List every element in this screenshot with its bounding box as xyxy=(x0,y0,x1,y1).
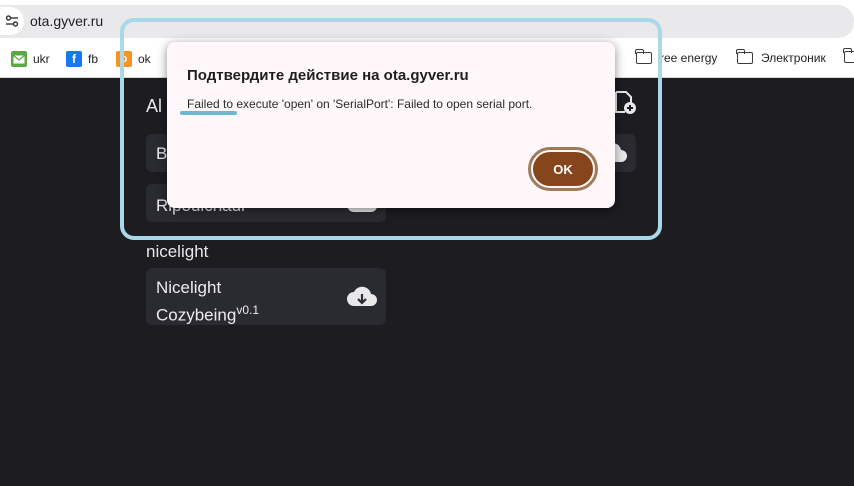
bookmark-ukr[interactable]: ukr xyxy=(11,51,50,67)
cloud-download-icon[interactable] xyxy=(346,284,378,310)
bookmark-folder-electronics[interactable]: Электроник xyxy=(736,49,826,65)
dialog-message: Failed to execute 'open' on 'SerialPort'… xyxy=(187,97,533,111)
section-title-nicelight: nicelight xyxy=(146,242,209,261)
firmware-card-nicelight[interactable]: Nicelight Cozybeingv0.1 xyxy=(146,268,386,325)
bookmark-label: ukr xyxy=(33,52,50,66)
folder-icon xyxy=(843,48,854,63)
bookmark-fb[interactable]: f fb xyxy=(66,51,98,67)
folder-icon xyxy=(736,49,753,64)
highlight-underline xyxy=(180,111,237,115)
version-badge: v0.1 xyxy=(236,303,260,317)
bookmark-folder-more[interactable] xyxy=(843,48,854,63)
card-name: Cozybeing xyxy=(156,305,237,325)
ok-button[interactable]: OK xyxy=(533,152,593,186)
card-title-line1: Nicelight xyxy=(156,278,222,297)
mail-icon xyxy=(11,51,27,67)
dialog-title: Подтвердите действие на ota.gyver.ru xyxy=(187,67,469,84)
bookmark-label: fb xyxy=(88,52,99,66)
card-title-line2: Cozybeingv0.1 xyxy=(156,299,259,327)
bookmark-label: ree energy xyxy=(660,51,718,65)
card-title: Nicelight Cozybeingv0.1 xyxy=(156,277,259,327)
url-text[interactable]: ota.gyver.ru xyxy=(30,13,103,29)
bookmark-label: Электроник xyxy=(761,51,826,65)
facebook-icon: f xyxy=(66,51,82,67)
